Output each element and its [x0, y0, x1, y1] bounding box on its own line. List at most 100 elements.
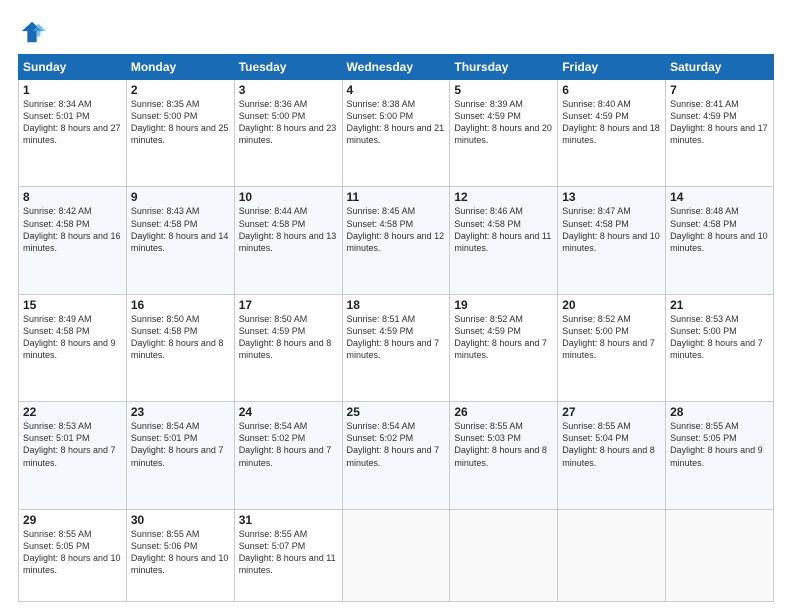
header	[18, 18, 774, 46]
day-info: Sunrise: 8:50 AMSunset: 4:59 PMDaylight:…	[239, 313, 338, 362]
day-info: Sunrise: 8:54 AMSunset: 5:02 PMDaylight:…	[239, 420, 338, 469]
page: SundayMondayTuesdayWednesdayThursdayFrid…	[0, 0, 792, 612]
day-info: Sunrise: 8:55 AMSunset: 5:07 PMDaylight:…	[239, 528, 338, 577]
day-number: 13	[562, 190, 661, 204]
day-info: Sunrise: 8:54 AMSunset: 5:02 PMDaylight:…	[347, 420, 446, 469]
day-header-tuesday: Tuesday	[234, 55, 342, 80]
day-number: 18	[347, 298, 446, 312]
day-cell-16: 16 Sunrise: 8:50 AMSunset: 4:58 PMDaylig…	[126, 294, 234, 401]
week-row-3: 15 Sunrise: 8:49 AMSunset: 4:58 PMDaylig…	[19, 294, 774, 401]
week-row-2: 8 Sunrise: 8:42 AMSunset: 4:58 PMDayligh…	[19, 187, 774, 294]
day-info: Sunrise: 8:48 AMSunset: 4:58 PMDaylight:…	[670, 205, 769, 254]
day-header-friday: Friday	[558, 55, 666, 80]
calendar: SundayMondayTuesdayWednesdayThursdayFrid…	[18, 54, 774, 602]
day-number: 17	[239, 298, 338, 312]
day-info: Sunrise: 8:53 AMSunset: 5:01 PMDaylight:…	[23, 420, 122, 469]
day-number: 5	[454, 83, 553, 97]
day-cell-7: 7 Sunrise: 8:41 AMSunset: 4:59 PMDayligh…	[666, 80, 774, 187]
day-cell-17: 17 Sunrise: 8:50 AMSunset: 4:59 PMDaylig…	[234, 294, 342, 401]
day-cell-24: 24 Sunrise: 8:54 AMSunset: 5:02 PMDaylig…	[234, 402, 342, 509]
day-info: Sunrise: 8:51 AMSunset: 4:59 PMDaylight:…	[347, 313, 446, 362]
day-number: 20	[562, 298, 661, 312]
day-number: 14	[670, 190, 769, 204]
day-number: 19	[454, 298, 553, 312]
day-number: 23	[131, 405, 230, 419]
day-info: Sunrise: 8:54 AMSunset: 5:01 PMDaylight:…	[131, 420, 230, 469]
day-header-saturday: Saturday	[666, 55, 774, 80]
day-info: Sunrise: 8:47 AMSunset: 4:58 PMDaylight:…	[562, 205, 661, 254]
day-cell-3: 3 Sunrise: 8:36 AMSunset: 5:00 PMDayligh…	[234, 80, 342, 187]
day-info: Sunrise: 8:55 AMSunset: 5:06 PMDaylight:…	[131, 528, 230, 577]
day-cell-25: 25 Sunrise: 8:54 AMSunset: 5:02 PMDaylig…	[342, 402, 450, 509]
week-row-5: 29 Sunrise: 8:55 AMSunset: 5:05 PMDaylig…	[19, 509, 774, 601]
day-info: Sunrise: 8:44 AMSunset: 4:58 PMDaylight:…	[239, 205, 338, 254]
day-cell-2: 2 Sunrise: 8:35 AMSunset: 5:00 PMDayligh…	[126, 80, 234, 187]
day-cell-5: 5 Sunrise: 8:39 AMSunset: 4:59 PMDayligh…	[450, 80, 558, 187]
day-cell-4: 4 Sunrise: 8:38 AMSunset: 5:00 PMDayligh…	[342, 80, 450, 187]
logo-icon	[18, 18, 46, 46]
day-info: Sunrise: 8:42 AMSunset: 4:58 PMDaylight:…	[23, 205, 122, 254]
calendar-header: SundayMondayTuesdayWednesdayThursdayFrid…	[19, 55, 774, 80]
day-cell-11: 11 Sunrise: 8:45 AMSunset: 4:58 PMDaylig…	[342, 187, 450, 294]
day-cell-9: 9 Sunrise: 8:43 AMSunset: 4:58 PMDayligh…	[126, 187, 234, 294]
day-header-thursday: Thursday	[450, 55, 558, 80]
empty-cell	[666, 509, 774, 601]
day-number: 15	[23, 298, 122, 312]
empty-cell	[342, 509, 450, 601]
day-cell-27: 27 Sunrise: 8:55 AMSunset: 5:04 PMDaylig…	[558, 402, 666, 509]
day-cell-13: 13 Sunrise: 8:47 AMSunset: 4:58 PMDaylig…	[558, 187, 666, 294]
day-number: 11	[347, 190, 446, 204]
day-number: 9	[131, 190, 230, 204]
calendar-body: 1 Sunrise: 8:34 AMSunset: 5:01 PMDayligh…	[19, 80, 774, 602]
day-number: 3	[239, 83, 338, 97]
empty-cell	[558, 509, 666, 601]
day-number: 2	[131, 83, 230, 97]
day-cell-8: 8 Sunrise: 8:42 AMSunset: 4:58 PMDayligh…	[19, 187, 127, 294]
day-number: 12	[454, 190, 553, 204]
day-number: 7	[670, 83, 769, 97]
day-number: 10	[239, 190, 338, 204]
day-info: Sunrise: 8:35 AMSunset: 5:00 PMDaylight:…	[131, 98, 230, 147]
day-info: Sunrise: 8:49 AMSunset: 4:58 PMDaylight:…	[23, 313, 122, 362]
day-cell-20: 20 Sunrise: 8:52 AMSunset: 5:00 PMDaylig…	[558, 294, 666, 401]
week-row-4: 22 Sunrise: 8:53 AMSunset: 5:01 PMDaylig…	[19, 402, 774, 509]
day-info: Sunrise: 8:40 AMSunset: 4:59 PMDaylight:…	[562, 98, 661, 147]
day-number: 31	[239, 513, 338, 527]
day-cell-19: 19 Sunrise: 8:52 AMSunset: 4:59 PMDaylig…	[450, 294, 558, 401]
day-cell-21: 21 Sunrise: 8:53 AMSunset: 5:00 PMDaylig…	[666, 294, 774, 401]
day-header-monday: Monday	[126, 55, 234, 80]
day-number: 25	[347, 405, 446, 419]
logo	[18, 18, 50, 46]
day-cell-14: 14 Sunrise: 8:48 AMSunset: 4:58 PMDaylig…	[666, 187, 774, 294]
day-info: Sunrise: 8:55 AMSunset: 5:03 PMDaylight:…	[454, 420, 553, 469]
day-number: 4	[347, 83, 446, 97]
day-number: 30	[131, 513, 230, 527]
day-info: Sunrise: 8:34 AMSunset: 5:01 PMDaylight:…	[23, 98, 122, 147]
day-number: 1	[23, 83, 122, 97]
day-info: Sunrise: 8:53 AMSunset: 5:00 PMDaylight:…	[670, 313, 769, 362]
day-number: 27	[562, 405, 661, 419]
day-info: Sunrise: 8:52 AMSunset: 5:00 PMDaylight:…	[562, 313, 661, 362]
day-info: Sunrise: 8:39 AMSunset: 4:59 PMDaylight:…	[454, 98, 553, 147]
day-header-wednesday: Wednesday	[342, 55, 450, 80]
empty-cell	[450, 509, 558, 601]
day-number: 22	[23, 405, 122, 419]
day-cell-23: 23 Sunrise: 8:54 AMSunset: 5:01 PMDaylig…	[126, 402, 234, 509]
day-cell-6: 6 Sunrise: 8:40 AMSunset: 4:59 PMDayligh…	[558, 80, 666, 187]
day-cell-28: 28 Sunrise: 8:55 AMSunset: 5:05 PMDaylig…	[666, 402, 774, 509]
header-row: SundayMondayTuesdayWednesdayThursdayFrid…	[19, 55, 774, 80]
day-info: Sunrise: 8:52 AMSunset: 4:59 PMDaylight:…	[454, 313, 553, 362]
day-cell-22: 22 Sunrise: 8:53 AMSunset: 5:01 PMDaylig…	[19, 402, 127, 509]
day-number: 28	[670, 405, 769, 419]
day-info: Sunrise: 8:46 AMSunset: 4:58 PMDaylight:…	[454, 205, 553, 254]
day-number: 26	[454, 405, 553, 419]
day-info: Sunrise: 8:43 AMSunset: 4:58 PMDaylight:…	[131, 205, 230, 254]
day-number: 29	[23, 513, 122, 527]
day-number: 6	[562, 83, 661, 97]
day-info: Sunrise: 8:55 AMSunset: 5:05 PMDaylight:…	[670, 420, 769, 469]
day-cell-29: 29 Sunrise: 8:55 AMSunset: 5:05 PMDaylig…	[19, 509, 127, 601]
day-cell-31: 31 Sunrise: 8:55 AMSunset: 5:07 PMDaylig…	[234, 509, 342, 601]
day-cell-15: 15 Sunrise: 8:49 AMSunset: 4:58 PMDaylig…	[19, 294, 127, 401]
day-info: Sunrise: 8:38 AMSunset: 5:00 PMDaylight:…	[347, 98, 446, 147]
week-row-1: 1 Sunrise: 8:34 AMSunset: 5:01 PMDayligh…	[19, 80, 774, 187]
